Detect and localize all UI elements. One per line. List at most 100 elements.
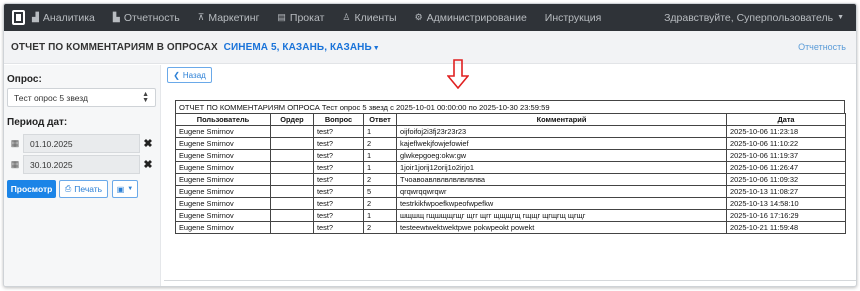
table-cell: test? — [313, 209, 364, 222]
nav-item-reports[interactable]: ▙ Отчетность — [113, 12, 180, 24]
calendar-icon[interactable]: ▦ — [7, 134, 23, 153]
table-cell: Eugene Smirnov — [175, 197, 271, 210]
table-cell: 1joir1jorij12orij1o2irjo1 — [396, 161, 727, 174]
table-cell: test? — [313, 137, 364, 150]
table-cell: kajeflwekjfowjefowief — [396, 137, 727, 150]
table-cell: 2025-10-13 14:58:10 — [726, 197, 846, 210]
user-greeting: Здравствуйте, Суперпользователь — [664, 11, 834, 24]
table-cell: Eugene Smirnov — [175, 185, 271, 198]
select-arrows-icon: ▲ ▼ — [142, 91, 149, 104]
table-cell: 1 — [363, 125, 397, 138]
report-container: ОТЧЕТ ПО КОММЕНТАРИЯМ ОПРОСА Тест опрос … — [175, 100, 846, 234]
top-navbar: ▟ Аналитика ▙ Отчетность ⊼ Маркетинг ▤ П… — [4, 4, 856, 31]
report-heading: ОТЧЕТ ПО КОММЕНТАРИЯМ В ОПРОСАХ — [11, 41, 218, 53]
table-cell: test? — [313, 197, 364, 210]
table-cell: test? — [313, 161, 364, 174]
report-title: ОТЧЕТ ПО КОММЕНТАРИЯМ ОПРОСА Тест опрос … — [175, 100, 845, 113]
calendar-icon[interactable]: ▦ — [7, 155, 23, 174]
table-cell: Eugene Smirnov — [175, 221, 271, 234]
export-dropdown-button[interactable]: ▣ ▼ — [112, 180, 138, 198]
table-cell: testeewtwektwektpwe pokwpeokt powekt — [396, 221, 727, 234]
table-cell — [270, 125, 314, 138]
film-icon: ▤ — [277, 12, 286, 22]
nav-item-marketing[interactable]: ⊼ Маркетинг — [198, 12, 260, 24]
chevron-left-icon: ❮ — [173, 70, 180, 80]
nav-label: Аналитика — [42, 11, 95, 24]
nav-item-rental[interactable]: ▤ Прокат — [277, 12, 324, 24]
table-cell: 2025-10-06 11:19:37 — [726, 149, 846, 162]
table-cell — [270, 149, 314, 162]
clear-date-from-icon[interactable]: ✖ — [140, 134, 156, 153]
gears-icon: ⚙ — [414, 12, 423, 22]
table-cell: 5 — [363, 185, 397, 198]
table-cell — [270, 221, 314, 234]
table-cell: 2 — [363, 173, 397, 186]
table-cell: Eugene Smirnov — [175, 161, 271, 174]
nav-label: Маркетинг — [208, 11, 260, 24]
table-cell: 2025-10-16 17:16:29 — [726, 209, 846, 222]
nav-label: Администрирование — [426, 11, 527, 24]
survey-select[interactable]: Тест опрос 5 звезд ▲ ▼ — [7, 88, 156, 107]
survey-select-value: Тест опрос 5 звезд — [14, 93, 88, 103]
chevron-down-icon: ▼ — [127, 186, 134, 192]
divider — [164, 280, 856, 281]
table-cell: Eugene Smirnov — [175, 125, 271, 138]
bar-chart-icon: ▙ — [112, 12, 120, 22]
table-cell: test? — [313, 149, 364, 162]
nav-label: Инструкция — [544, 11, 602, 24]
chevron-down-icon: ▼ — [837, 14, 844, 21]
table-cell: шщшщ гщшщщгщг щгг щгг щщщгщ гщщг щгщгщ щ… — [396, 209, 727, 222]
nav-label: Отчетность — [123, 11, 180, 24]
table-cell: testrkikfwpoefkwpeofwpefkw — [396, 197, 727, 210]
table-cell — [270, 197, 314, 210]
date-to-input[interactable]: 30.10.2025 — [23, 155, 140, 174]
users-icon: ♙ — [342, 12, 351, 22]
view-button[interactable]: Просмотр — [7, 180, 56, 198]
column-header: Пользователь — [175, 113, 271, 126]
app-window: ▟ Аналитика ▙ Отчетность ⊼ Маркетинг ▤ П… — [3, 3, 857, 287]
table-cell: Eugene Smirnov — [175, 173, 271, 186]
clear-date-to-icon[interactable]: ✖ — [140, 155, 156, 174]
table-cell: oijfoifoj2i3fj23r23r23 — [396, 125, 727, 138]
table-cell: glwkepgoeg:okw:gw — [396, 149, 727, 162]
save-icon: ▣ — [116, 184, 125, 194]
back-button[interactable]: ❮ Назад — [167, 67, 212, 83]
table-cell: Eugene Smirnov — [175, 149, 271, 162]
breadcrumb-reports-link[interactable]: Отчетность — [798, 42, 846, 52]
page-header: ОТЧЕТ ПО КОММЕНТАРИЯМ В ОПРОСАХ СИНЕМА 5… — [4, 31, 856, 64]
print-label: Печать — [74, 184, 103, 194]
chevron-down-icon[interactable]: ▼ — [373, 45, 380, 52]
table-cell: 2 — [363, 221, 397, 234]
print-button[interactable]: ⎙ Печать — [59, 180, 108, 198]
logo-icon[interactable] — [4, 4, 32, 31]
cinema-selector[interactable]: СИНЕМА 5, КАЗАНЬ, КАЗАНЬ — [224, 42, 372, 53]
table-cell — [270, 173, 314, 186]
nav-item-clients[interactable]: ♙ Клиенты — [342, 12, 396, 24]
date-from-input[interactable]: 01.10.2025 — [23, 134, 140, 153]
table-cell: Eugene Smirnov — [175, 209, 271, 222]
table-cell: 2025-10-06 11:23:18 — [726, 125, 846, 138]
annotation-arrow-icon — [447, 59, 469, 89]
column-header: Ордер — [270, 113, 314, 126]
table-cell: Eugene Smirnov — [175, 137, 271, 150]
comments-table: Пользователь Ордер Вопрос Ответ Коммента… — [175, 113, 846, 234]
table-cell: 1 — [363, 149, 397, 162]
table-row: Eugene Smirnov test? 2 kajeflwekjfowjefowie… — [175, 137, 846, 150]
table-cell: 1 — [363, 161, 397, 174]
page-title: ОТЧЕТ ПО КОММЕНТАРИЯМ В ОПРОСАХ СИНЕМА 5… — [11, 42, 380, 53]
user-menu[interactable]: Здравствуйте, Суперпользователь ▼ — [664, 12, 844, 24]
column-header: Ответ — [363, 113, 397, 126]
table-cell: test? — [313, 185, 364, 198]
nav-item-admin[interactable]: ⚙ Администрирование — [415, 12, 527, 24]
table-cell: qrqwrqqwrqwr — [396, 185, 727, 198]
table-cell — [270, 185, 314, 198]
filter-sidebar: Опрос: Тест опрос 5 звезд ▲ ▼ Период дат:… — [4, 65, 161, 286]
table-row: Eugene Smirnov test? 1 glwkepgoeg:okw:gw 202… — [175, 149, 846, 162]
nav-item-analytics[interactable]: ▟ Аналитика — [32, 12, 95, 24]
table-header-row: Пользователь Ордер Вопрос Ответ Коммента… — [175, 113, 846, 126]
column-header: Дата — [726, 113, 846, 126]
table-cell: 2 — [363, 137, 397, 150]
table-row: Eugene Smirnov test? 1 шщшщ гщшщщгщг щгг щг… — [175, 209, 846, 222]
nav-item-instructions[interactable]: Инструкция — [545, 12, 602, 24]
nav-label: Клиенты — [354, 11, 397, 24]
